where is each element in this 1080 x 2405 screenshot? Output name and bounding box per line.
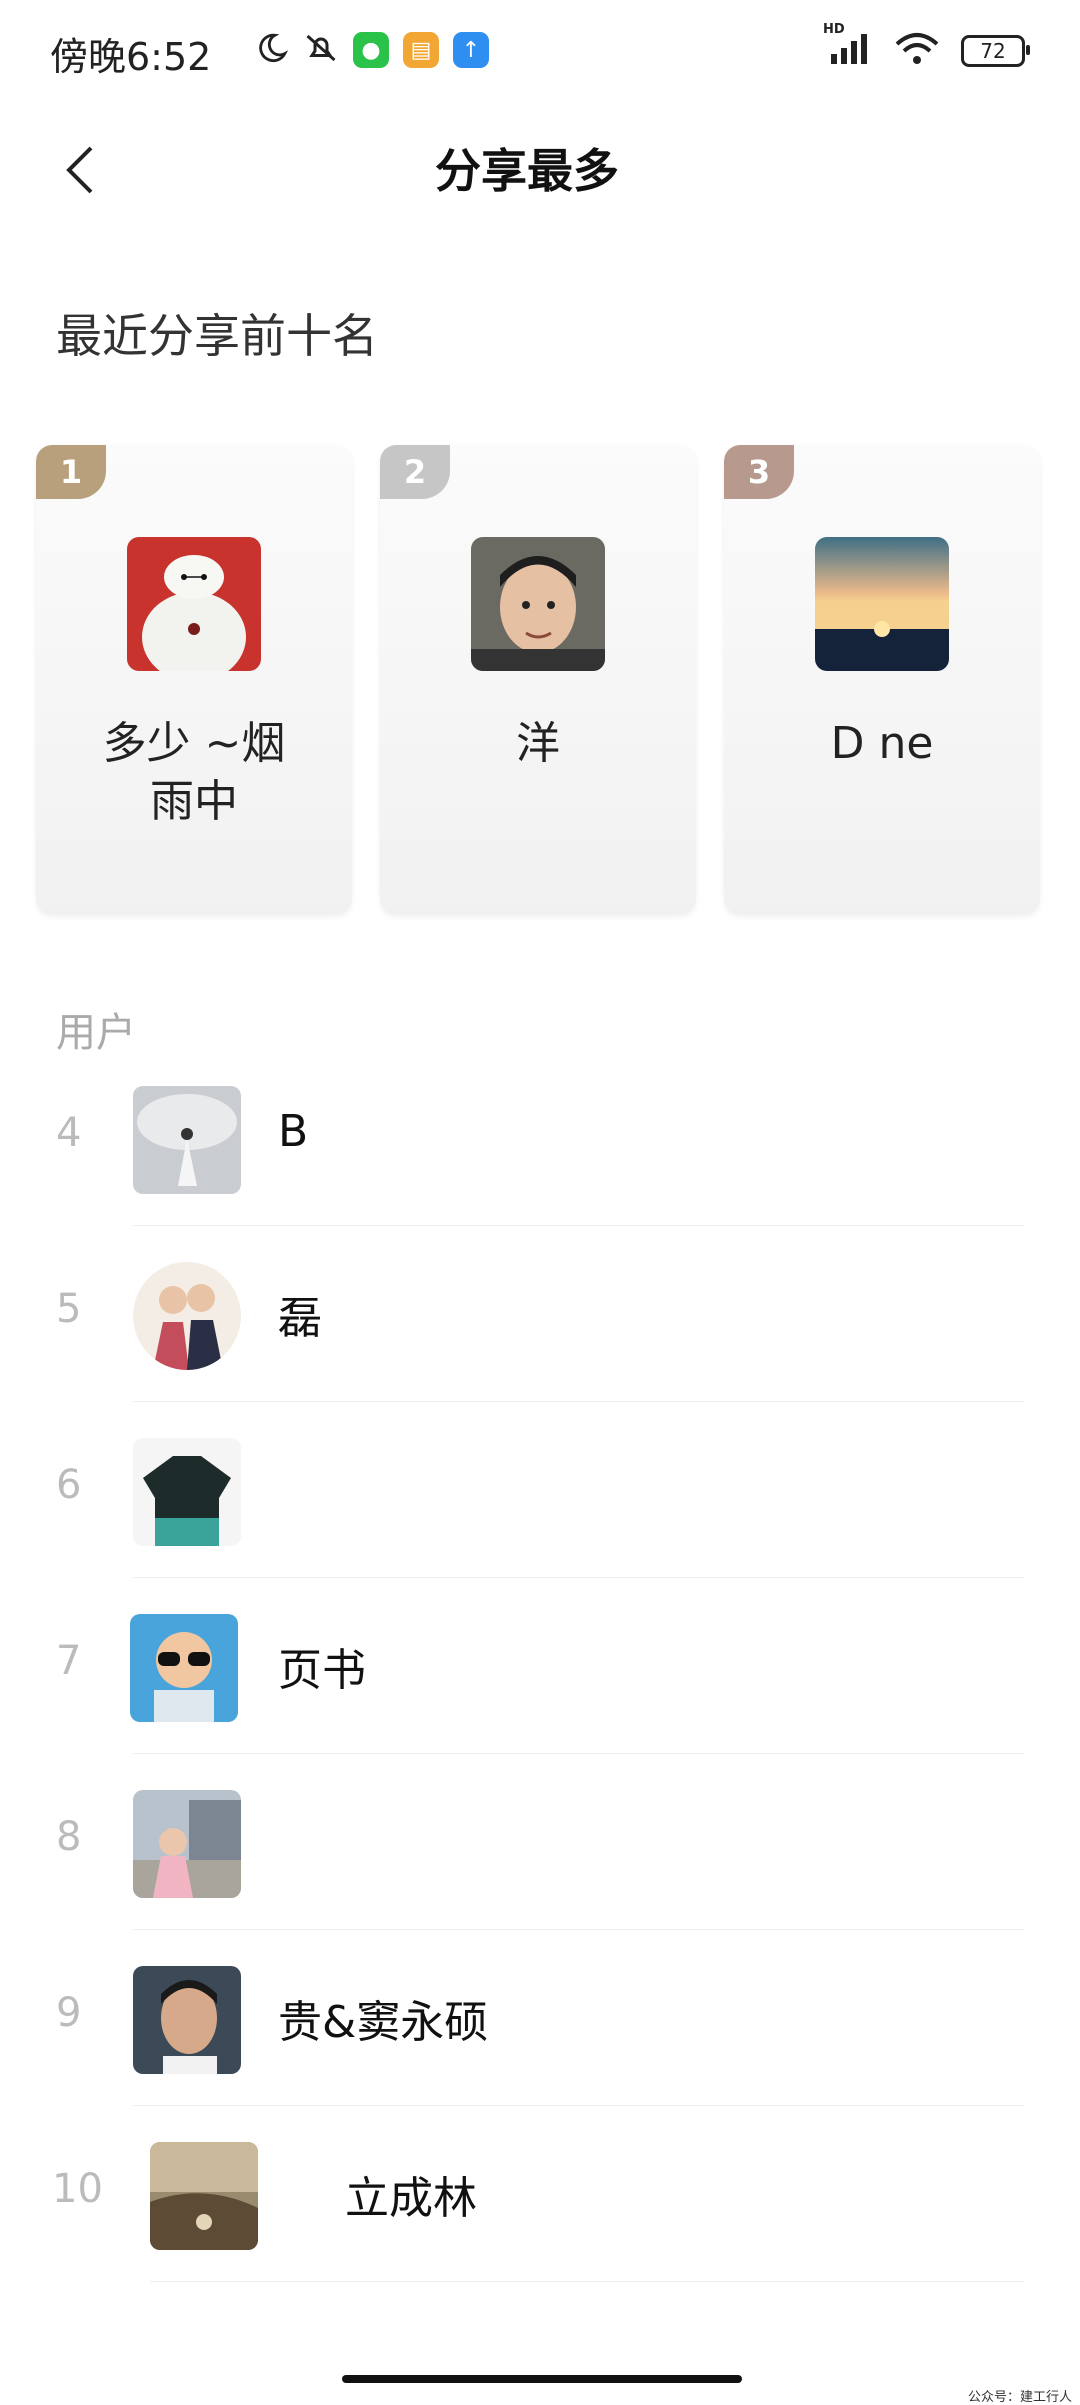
list-item[interactable]: 7 页书	[0, 1578, 1080, 1754]
upload-app-icon: ↑	[453, 32, 489, 68]
network-label: HD	[823, 22, 845, 37]
avatar	[127, 537, 261, 671]
moon-icon	[255, 31, 289, 69]
card-name: D ne	[830, 718, 934, 769]
home-indicator[interactable]	[342, 2375, 742, 2383]
top-user-card-2[interactable]: 2 洋	[380, 445, 696, 915]
list-item[interactable]: 4 B	[0, 1050, 1080, 1226]
rank-number: 10	[52, 2166, 103, 2212]
divider	[150, 2281, 1024, 2282]
status-right: HD 72	[823, 22, 1030, 70]
rank-badge: 3	[724, 445, 794, 499]
status-notification-icons: ● ▤ ↑	[255, 30, 489, 70]
list-item[interactable]: 9 贵&窦永硕	[0, 1930, 1080, 2106]
rank-badge: 2	[380, 445, 450, 499]
rank-number: 4	[56, 1110, 82, 1156]
status-time: 傍晚6:52	[50, 35, 212, 79]
top-user-card-1[interactable]: 1 多少 ~烟 雨中	[36, 445, 352, 915]
wifi-icon	[895, 32, 939, 70]
rank-number: 5	[56, 1286, 82, 1332]
avatar	[133, 1086, 241, 1194]
user-name: 贵&窦永硕	[278, 1997, 489, 2048]
rank-number: 9	[56, 1990, 82, 2036]
mute-bell-icon	[303, 30, 339, 70]
user-name: 立成林	[345, 2173, 477, 2224]
battery-indicator: 72	[961, 35, 1030, 67]
watermark: 公众号：建工行人	[967, 2390, 1072, 2405]
card-name: 洋	[516, 718, 560, 769]
rank-badge: 1	[36, 445, 106, 499]
list-item[interactable]: 6	[0, 1402, 1080, 1578]
user-name: B	[278, 1106, 309, 1157]
list-item[interactable]: 5 磊	[0, 1226, 1080, 1402]
rank-number: 6	[56, 1462, 82, 1508]
list-item[interactable]: 10 立成林	[0, 2106, 1080, 2282]
rank-number: 7	[56, 1638, 82, 1684]
section-title: 最近分享前十名	[56, 309, 378, 363]
user-name: 磊	[278, 1293, 322, 1344]
avatar	[133, 1262, 241, 1370]
avatar	[815, 537, 949, 671]
rank-number: 8	[56, 1814, 82, 1860]
user-name: 页书	[278, 1645, 366, 1696]
signal-icon: HD	[823, 22, 873, 70]
avatar	[150, 2142, 258, 2250]
page-title: 分享最多	[435, 144, 619, 198]
list-item[interactable]: 8	[0, 1754, 1080, 1930]
avatar	[133, 1438, 241, 1546]
avatar	[471, 537, 605, 671]
card-name: 多少 ~烟 雨中	[102, 718, 286, 827]
avatar	[130, 1614, 238, 1722]
wechat-icon: ●	[353, 32, 389, 68]
status-bar: 傍晚6:52 ● ▤ ↑ HD 72	[0, 0, 1080, 110]
notes-app-icon: ▤	[403, 32, 439, 68]
top-user-card-3[interactable]: 3 D ne	[724, 445, 1040, 915]
avatar	[133, 1790, 241, 1898]
avatar	[133, 1966, 241, 2074]
